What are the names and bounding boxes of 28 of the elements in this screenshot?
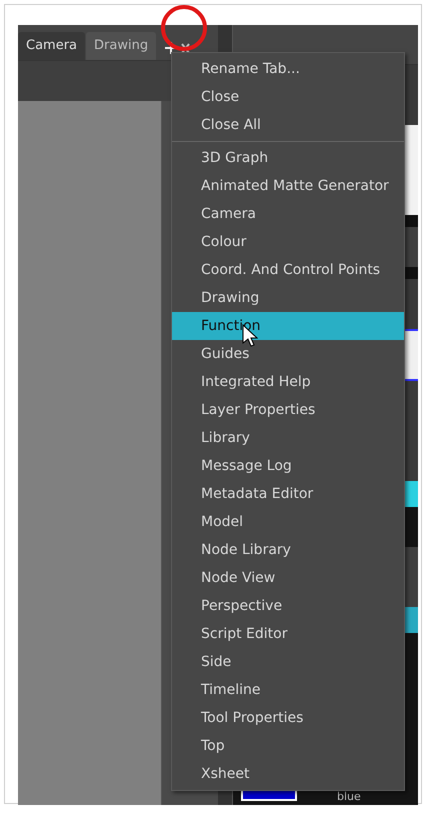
menu-item[interactable]: Animated Matte Generator — [172, 172, 404, 200]
menu-item[interactable]: Camera — [172, 200, 404, 228]
menu-item[interactable]: Integrated Help — [172, 368, 404, 396]
panel-tab[interactable]: Camera — [18, 32, 86, 60]
menu-item[interactable]: Metadata Editor — [172, 480, 404, 508]
menu-item[interactable]: Coord. And Control Points — [172, 256, 404, 284]
menu-item[interactable]: Timeline — [172, 676, 404, 704]
menu-item[interactable]: Colour — [172, 228, 404, 256]
menu-item[interactable]: Message Log — [172, 452, 404, 480]
menu-item[interactable]: 3D Graph — [172, 144, 404, 172]
menu-item[interactable]: Node Library — [172, 536, 404, 564]
menu-item[interactable]: Tool Properties — [172, 704, 404, 732]
menu-item[interactable]: Close — [172, 83, 404, 111]
menu-item[interactable]: Model — [172, 508, 404, 536]
menu-item[interactable]: Script Editor — [172, 620, 404, 648]
menu-item[interactable]: Library — [172, 424, 404, 452]
menu-item[interactable]: Top — [172, 732, 404, 760]
menu-item[interactable]: Drawing — [172, 284, 404, 312]
menu-item[interactable]: Rename Tab... — [172, 55, 404, 83]
panel-tab[interactable]: Drawing — [86, 32, 156, 60]
menu-item[interactable]: Side — [172, 648, 404, 676]
swatch-label: blue — [337, 791, 361, 803]
menu-item[interactable]: Layer Properties — [172, 396, 404, 424]
menu-item[interactable]: Node View — [172, 564, 404, 592]
menu-item[interactable]: Perspective — [172, 592, 404, 620]
menu-item[interactable]: Close All — [172, 111, 404, 139]
menu-item[interactable]: Guides — [172, 340, 404, 368]
menu-item[interactable]: Xsheet — [172, 760, 404, 788]
